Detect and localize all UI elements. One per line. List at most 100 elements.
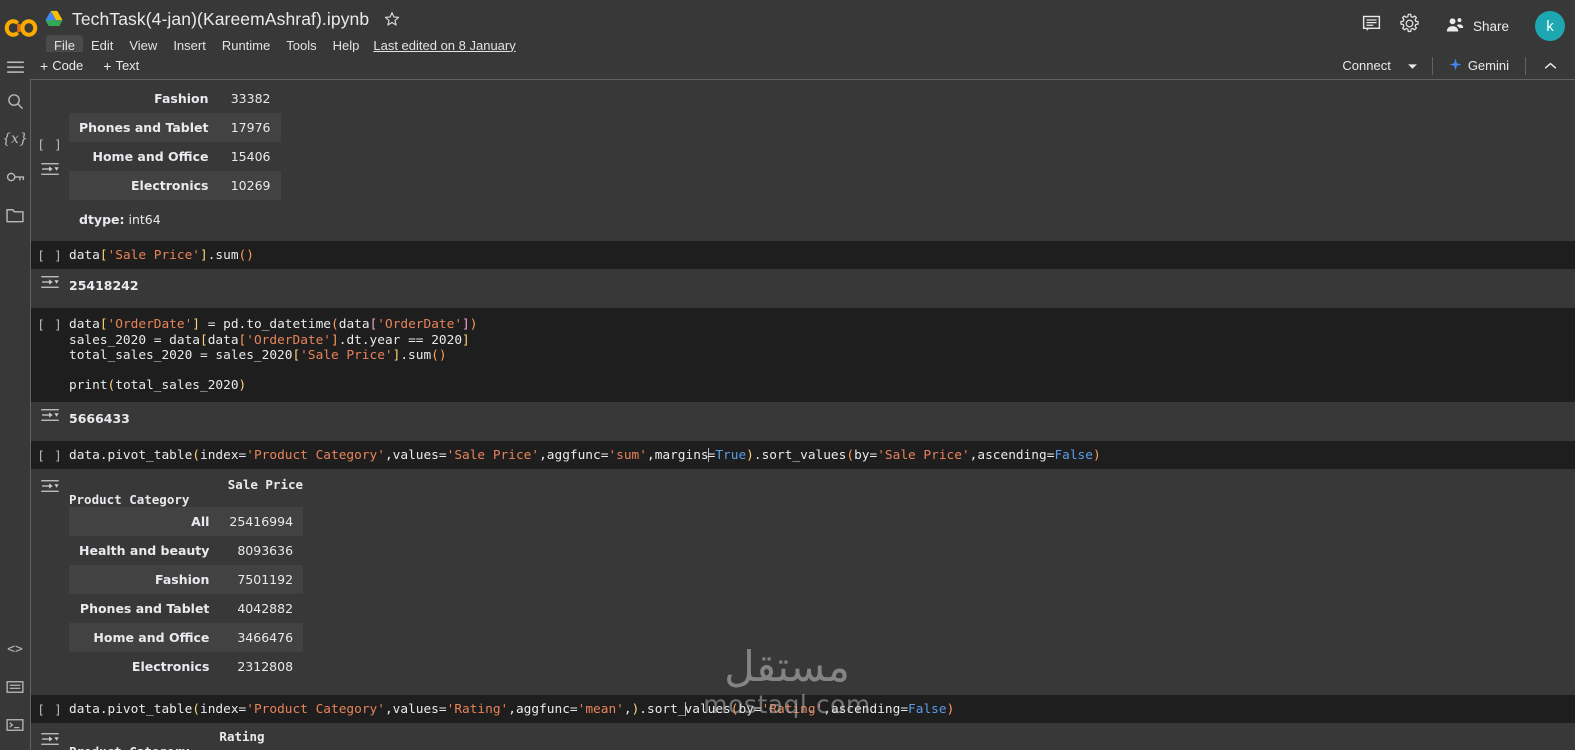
output-gutter[interactable] xyxy=(31,402,69,432)
page-title[interactable]: TechTask(4-jan)(KareemAshraf).ipynb xyxy=(72,9,369,29)
collapse-toolbar-button[interactable] xyxy=(1534,55,1567,77)
code-source[interactable]: data['Sale Price'].sum() xyxy=(69,247,254,263)
execution-count[interactable]: [ ] xyxy=(37,317,63,332)
search-icon[interactable] xyxy=(0,82,30,120)
execution-count[interactable]: [ ] xyxy=(37,448,63,463)
row-label: All xyxy=(69,507,220,537)
row-value: 3466476 xyxy=(219,623,304,653)
add-text-label: Text xyxy=(115,58,140,73)
row-value: 25416994 xyxy=(219,507,304,537)
output-toggle-icon[interactable] xyxy=(40,162,60,181)
variables-glyph: {x} xyxy=(2,131,28,147)
row-label: Electronics xyxy=(69,171,219,200)
execution-count[interactable]: [ ] xyxy=(37,248,63,263)
execution-count[interactable]: [ ] xyxy=(37,702,63,717)
output-gutter[interactable] xyxy=(31,269,69,299)
run-gutter[interactable]: [ ] xyxy=(31,447,69,463)
code-source[interactable]: data['OrderDate'] = pd.to_datetime(data[… xyxy=(69,316,477,393)
output-gutter[interactable] xyxy=(31,723,69,750)
output-area: 25418242 xyxy=(31,269,1575,300)
plus-icon: + xyxy=(40,57,49,74)
variables-icon[interactable]: {x} xyxy=(0,120,30,158)
people-add-icon xyxy=(1445,16,1465,37)
left-sidebar-rail: {x} <> xyxy=(0,52,30,750)
code-editor[interactable]: [ ] data.pivot_table(index='Product Cate… xyxy=(31,440,1575,470)
output-area: Sale Price Product Category All 25416994… xyxy=(31,469,1575,682)
notebook-scroll-area[interactable]: [ ] Fashion 33382 Phones and Tablet 1797… xyxy=(31,80,1575,750)
cell-pivot-rating: [ ] data.pivot_table(index='Product Cate… xyxy=(31,695,1575,750)
row-label: Phones and Tablet xyxy=(79,601,210,617)
row-value: 33382 xyxy=(230,91,271,106)
code-editor[interactable]: [ ] data.pivot_table(index='Product Cate… xyxy=(31,695,1575,724)
index-name-row: Product Category xyxy=(69,492,303,507)
star-outline-icon[interactable] xyxy=(383,10,401,28)
share-button[interactable]: Share xyxy=(1433,10,1523,42)
cell-sale-price-sum: [ ] data['Sale Price'].sum() 25418242 xyxy=(31,241,1575,300)
cell-value-counts-output: [ ] Fashion 33382 Phones and Tablet 1797… xyxy=(31,80,1575,233)
code-snippets-icon[interactable]: <> xyxy=(0,630,30,668)
toolbar-divider xyxy=(1525,56,1526,75)
run-gutter[interactable]: [ ] xyxy=(31,316,69,393)
output-toggle-icon[interactable] xyxy=(40,732,60,750)
value-counts-table: Fashion 33382 Phones and Tablet 17976 Ho… xyxy=(69,84,281,200)
colab-logo[interactable] xyxy=(0,0,42,52)
empty-cell xyxy=(219,492,303,507)
comment-button[interactable] xyxy=(1353,8,1391,44)
menu-icon[interactable] xyxy=(0,52,30,82)
output-gutter[interactable] xyxy=(31,469,69,681)
row-label: Phones and Tablet xyxy=(69,113,219,142)
plus-icon: + xyxy=(103,57,112,74)
avatar[interactable]: k xyxy=(1535,11,1565,41)
toolbar-right: Connect Gemini xyxy=(1332,52,1567,80)
index-name: Product Category xyxy=(69,492,190,508)
code-editor[interactable]: [ ] data['Sale Price'].sum() xyxy=(31,241,1575,270)
row-label: Electronics xyxy=(131,659,210,675)
gemini-label: Gemini xyxy=(1467,58,1509,73)
settings-button[interactable] xyxy=(1391,8,1429,44)
row-label: Health and beauty xyxy=(79,543,210,559)
gear-icon xyxy=(1399,13,1420,39)
row-value: 15406 xyxy=(230,149,271,164)
title-row: TechTask(4-jan)(KareemAshraf).ipynb xyxy=(42,5,1575,32)
output-toggle-icon[interactable] xyxy=(40,408,60,432)
empty-cell xyxy=(189,744,264,750)
code-source[interactable]: data.pivot_table(index='Product Category… xyxy=(69,447,1101,463)
add-code-cell-button[interactable]: + Code xyxy=(32,56,91,75)
share-label: Share xyxy=(1472,18,1509,34)
row-value: 8093636 xyxy=(237,543,294,559)
execution-count[interactable]: [ ] xyxy=(37,137,63,152)
chevron-up-icon xyxy=(1544,57,1557,75)
run-gutter[interactable]: [ ] xyxy=(31,247,69,263)
output-body: Fashion 33382 Phones and Tablet 17976 Ho… xyxy=(69,82,1575,233)
code-editor[interactable]: [ ] data['OrderDate'] = pd.to_datetime(d… xyxy=(31,308,1575,402)
output-area: 5666433 xyxy=(31,401,1575,432)
row-value: 10269 xyxy=(218,171,281,200)
last-edited-label[interactable]: Last edited on 8 January xyxy=(373,38,515,53)
output-toggle-icon[interactable] xyxy=(40,479,60,681)
row-label: Fashion xyxy=(69,565,220,595)
add-text-cell-button[interactable]: + Text xyxy=(95,56,147,75)
output-toggle-icon[interactable] xyxy=(40,275,60,299)
connect-label: Connect xyxy=(1342,58,1391,73)
dtype-value: int64 xyxy=(124,212,161,227)
files-folder-icon[interactable] xyxy=(0,196,30,234)
gemini-spark-icon xyxy=(1449,57,1462,74)
connect-button[interactable]: Connect xyxy=(1332,56,1423,75)
output-area: Rating Product Category xyxy=(31,723,1575,750)
secrets-key-icon[interactable] xyxy=(0,158,30,196)
notebook-toolbar: + Code + Text Connect Gemini xyxy=(0,52,1575,80)
run-gutter[interactable]: [ ] xyxy=(31,701,69,717)
pivot-rating-table: Rating Product Category xyxy=(69,729,265,750)
table-row: Home and Office 3466476 xyxy=(69,623,304,653)
code-source[interactable]: data.pivot_table(index='Product Category… xyxy=(69,701,954,717)
terminal-icon[interactable] xyxy=(0,706,30,744)
code-snippets-glyph: <> xyxy=(7,641,23,657)
cell-pivot-sale-price: [ ] data.pivot_table(index='Product Cate… xyxy=(31,440,1575,682)
row-value: 7501192 xyxy=(219,565,304,595)
table-row: Electronics 2312808 xyxy=(69,652,303,681)
output-gutter: [ ] xyxy=(31,82,69,233)
command-palette-icon[interactable] xyxy=(0,668,30,706)
add-code-label: Code xyxy=(52,58,84,73)
gemini-button[interactable]: Gemini xyxy=(1441,56,1517,76)
chevron-down-icon xyxy=(1407,58,1418,73)
